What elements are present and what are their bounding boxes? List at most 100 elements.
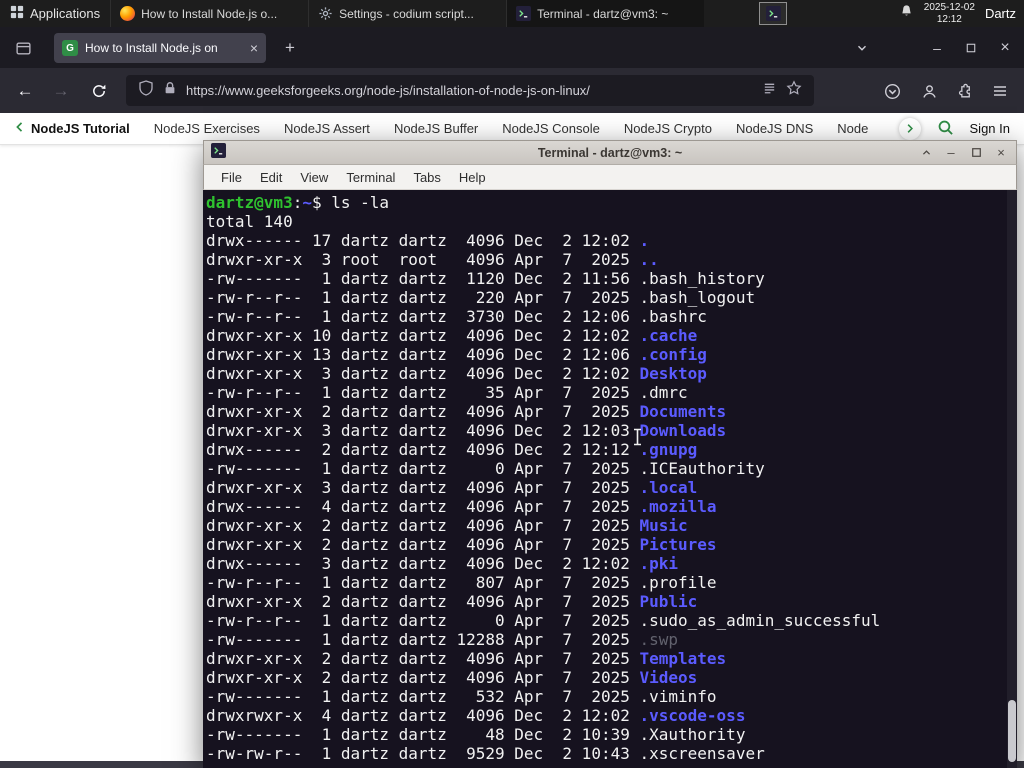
terminal-line: -rw------- 1 dartz dartz 532 Apr 7 2025 … [206, 687, 717, 706]
terminal-window-controls: – × [918, 145, 1009, 161]
browser-close-button[interactable]: × [990, 34, 1020, 61]
terminal-line: drwxr-xr-x 2 dartz dartz 4096 Apr 7 2025… [206, 592, 698, 611]
terminal-close-button[interactable]: × [993, 145, 1009, 161]
user-label: Dartz [984, 6, 1016, 21]
search-icon[interactable] [937, 119, 954, 139]
terminal-line: drwxr-xr-x 3 dartz dartz 4096 Dec 2 12:0… [206, 364, 707, 383]
terminal-line: drwxr-xr-x 2 dartz dartz 4096 Apr 7 2025… [206, 649, 727, 668]
bookmark-star-icon[interactable] [786, 80, 802, 101]
taskbar-window-title: Terminal - dartz@vm3: ~ [537, 6, 669, 21]
back-button[interactable]: ← [10, 76, 40, 106]
terminal-line: drwxr-xr-x 10 dartz dartz 4096 Dec 2 12:… [206, 326, 698, 345]
terminal-line: drwxr-xr-x 2 dartz dartz 4096 Apr 7 2025… [206, 668, 698, 687]
terminal-line: -rw-r--r-- 1 dartz dartz 220 Apr 7 2025 … [206, 288, 756, 307]
lock-icon[interactable] [163, 81, 177, 100]
terminal-menu-view[interactable]: View [291, 168, 337, 187]
taskbar-window-button[interactable]: How to Install Node.js o... [110, 0, 308, 27]
sign-in-button[interactable]: Sign In [970, 121, 1010, 136]
terminal-line: -rw-r--r-- 1 dartz dartz 0 Apr 7 2025 .s… [206, 611, 881, 630]
terminal-shade-icon[interactable] [918, 145, 934, 161]
terminal-minimize-button[interactable]: – [943, 145, 959, 161]
terminal-title-bar[interactable]: Terminal - dartz@vm3: ~ – × [203, 140, 1017, 165]
chevron-left-icon [14, 121, 26, 136]
terminal-line: -rw-rw-r-- 1 dartz dartz 9529 Dec 2 10:4… [206, 744, 765, 763]
tray-terminal-icon[interactable] [759, 2, 788, 25]
terminal-menu-edit[interactable]: Edit [251, 168, 291, 187]
terminal-menu-terminal[interactable]: Terminal [337, 168, 404, 187]
account-icon[interactable] [914, 76, 944, 106]
applications-label: Applications [30, 6, 101, 21]
site-nav-links: NodeJS Exercises NodeJS Assert NodeJS Buff… [154, 121, 869, 136]
terminal-line: drwxr-xr-x 3 root root 4096 Apr 7 2025 .… [206, 250, 659, 269]
prompt-colon: : [292, 193, 303, 212]
site-nav-link[interactable]: NodeJS DNS [736, 121, 813, 136]
terminal-menu-bar: File Edit View Terminal Tabs Help [203, 165, 1017, 190]
url-bar[interactable]: https://www.geeksforgeeks.org/node-js/in… [126, 75, 814, 106]
terminal-icon [515, 6, 531, 22]
terminal-line: -rw------- 1 dartz dartz 12288 Apr 7 202… [206, 630, 679, 649]
taskbar: Applications How to Install Node.js o...… [0, 0, 1024, 27]
tracking-shield-icon[interactable] [138, 80, 154, 101]
pocket-icon[interactable] [877, 76, 907, 106]
browser-maximize-button[interactable] [956, 34, 986, 61]
taskbar-status-area: 2025-12-02 12:12 Dartz [899, 0, 1024, 27]
applications-menu-button[interactable]: Applications [0, 0, 110, 27]
terminal-line: -rw-r--r-- 1 dartz dartz 3730 Dec 2 12:0… [206, 307, 707, 326]
terminal-line: drwxrwxr-x 4 dartz dartz 4096 Dec 2 12:0… [206, 706, 746, 725]
chevron-right-icon[interactable] [898, 117, 921, 140]
terminal-line: drwx------ 17 dartz dartz 4096 Dec 2 12:… [206, 231, 650, 250]
site-nav-link[interactable]: NodeJS Assert [284, 121, 370, 136]
reload-button[interactable] [84, 76, 114, 106]
terminal-line: drwxr-xr-x 2 dartz dartz 4096 Apr 7 2025… [206, 402, 727, 421]
firefox-icon [119, 6, 135, 22]
tab-close-icon[interactable]: × [250, 40, 258, 56]
taskbar-window-title: Settings - codium script... [339, 6, 474, 21]
reader-view-icon[interactable] [762, 81, 777, 101]
terminal-line: -rw------- 1 dartz dartz 0 Apr 7 2025 .I… [206, 459, 765, 478]
firefox-view-icon[interactable] [10, 35, 36, 61]
terminal-scrollbar[interactable] [1007, 190, 1017, 768]
forward-button[interactable]: → [46, 76, 76, 106]
site-nav-link[interactable]: NodeJS Buffer [394, 121, 478, 136]
prompt-user-host: dartz@vm3 [206, 193, 293, 212]
terminal-scrollbar-thumb[interactable] [1008, 700, 1016, 762]
terminal-title-text: Terminal - dartz@vm3: ~ [537, 145, 683, 160]
clock-time: 12:12 [936, 13, 962, 25]
taskbar-windows: How to Install Node.js o... Settings - co… [110, 0, 705, 27]
taskbar-window-button[interactable]: Terminal - dartz@vm3: ~ [506, 0, 705, 27]
terminal-prompt-line: dartz@vm3:~$ ls -la [206, 193, 1017, 212]
site-favicon: G [62, 40, 78, 56]
settings-icon [317, 6, 333, 22]
prompt-dollar: $ [311, 193, 332, 212]
terminal-line: -rw------- 1 dartz dartz 48 Dec 2 10:39 … [206, 725, 746, 744]
terminal-maximize-button[interactable] [968, 145, 984, 161]
terminal-window: Terminal - dartz@vm3: ~ – × File Edit View… [203, 140, 1017, 768]
terminal-line: -rw-r--r-- 1 dartz dartz 35 Apr 7 2025 .… [206, 383, 688, 402]
desktop: Applications How to Install Node.js o...… [0, 0, 1024, 768]
new-tab-button[interactable]: + [278, 36, 302, 60]
terminal-line: drwx------ 3 dartz dartz 4096 Dec 2 12:0… [206, 554, 679, 573]
terminal-line: drwx------ 2 dartz dartz 4096 Dec 2 12:1… [206, 440, 698, 459]
clock: 2025-12-02 12:12 [924, 2, 975, 26]
site-nav-link[interactable]: NodeJS Exercises [154, 121, 260, 136]
extensions-puzzle-icon[interactable] [949, 76, 979, 106]
browser-minimize-button[interactable]: – [922, 34, 952, 61]
terminal-line: drwx------ 4 dartz dartz 4096 Apr 7 2025… [206, 497, 717, 516]
terminal-menu-tabs[interactable]: Tabs [404, 168, 449, 187]
applications-icon [10, 5, 24, 22]
terminal-menu-help[interactable]: Help [450, 168, 495, 187]
clock-date: 2025-12-02 [923, 1, 975, 13]
taskbar-window-button[interactable]: Settings - codium script... [308, 0, 506, 27]
taskbar-window-title: How to Install Node.js o... [141, 6, 278, 21]
terminal-menu-file[interactable]: File [212, 168, 251, 187]
site-nav-link[interactable]: NodeJS Console [502, 121, 600, 136]
browser-tab[interactable]: G How to Install Node.js on × [54, 33, 266, 63]
site-nav-right: Sign In [898, 117, 1010, 140]
site-nav-link[interactable]: Node [837, 121, 868, 136]
list-tabs-chevron-icon[interactable] [850, 37, 874, 59]
site-nav-back-link[interactable]: NodeJS Tutorial [14, 121, 130, 136]
terminal-screen[interactable]: dartz@vm3:~$ ls -la total 140 drwx------… [203, 190, 1017, 768]
hamburger-menu-icon[interactable] [985, 76, 1015, 106]
notification-bell-icon[interactable] [899, 4, 914, 24]
site-nav-link[interactable]: NodeJS Crypto [624, 121, 712, 136]
